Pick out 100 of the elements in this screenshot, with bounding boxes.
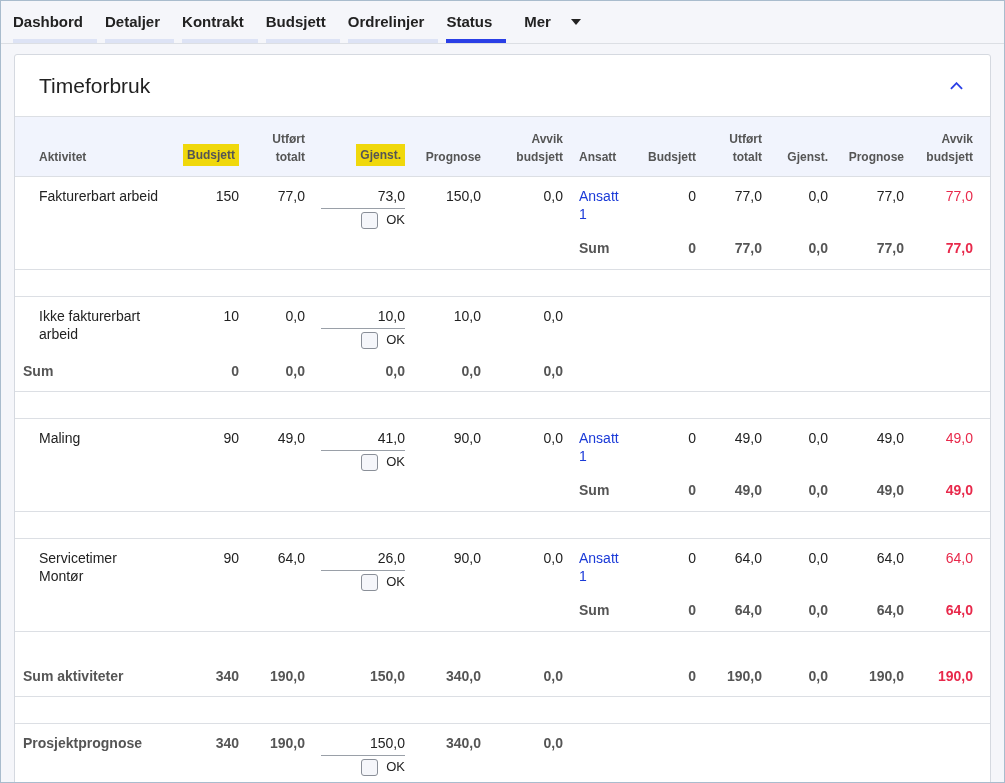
sum-label: Sum (23, 363, 54, 379)
budget-value: 10 (223, 308, 239, 324)
forecast-value: 150,0 (445, 188, 481, 204)
forecast-value: 90,0 (453, 430, 481, 446)
totals-value: 340,0 (445, 668, 481, 684)
remaining-field[interactable]: 73,0 (321, 187, 405, 209)
activity-name: Servicetimer Montør (39, 549, 118, 585)
tab[interactable]: Status (446, 10, 507, 43)
ok-checkbox[interactable] (361, 453, 379, 471)
tab[interactable]: Budsjett (265, 10, 340, 43)
employee-value: 49,0 (734, 430, 762, 446)
employee-value: 0,0 (808, 240, 828, 256)
forecast-value: 90,0 (453, 550, 481, 566)
deviation-value: 0,0 (543, 308, 563, 324)
sum-label: Sum (579, 602, 610, 618)
column-header: Utført totalt (271, 131, 305, 166)
employee-value: 0 (688, 482, 696, 498)
sum-label: Sum (579, 482, 610, 498)
tab[interactable]: Dashbord (13, 10, 97, 43)
column-header: Avvik budsjett (515, 131, 563, 166)
column-header: Prognose (425, 149, 481, 166)
employee-value: 77,0 (734, 188, 762, 204)
tab[interactable]: Detaljer (105, 10, 175, 43)
forecast-value: 340,0 (445, 735, 481, 751)
employee-value: 0 (688, 602, 696, 618)
ok-checkbox[interactable] (361, 758, 379, 776)
deviation-value: 0,0 (543, 735, 563, 751)
done-value: 64,0 (277, 550, 305, 566)
employee-value: 49,0 (876, 430, 904, 446)
panel-title: Timeforbruk (39, 72, 151, 99)
ok-checkbox[interactable] (361, 331, 379, 349)
totals-value: 150,0 (369, 668, 405, 684)
employee-value: 49,0 (876, 482, 904, 498)
employee-value: 190,0 (868, 668, 904, 684)
employee-value: 49,0 (734, 482, 762, 498)
done-value: 49,0 (277, 430, 305, 446)
deviation-value: 0,0 (543, 430, 563, 446)
ok-label: OK (386, 453, 405, 471)
budget-value: 340 (215, 735, 239, 751)
column-header: Ansatt (579, 149, 618, 166)
sum-value: 0 (231, 363, 239, 379)
totals-value: 340 (215, 668, 239, 684)
forecast-label: Prosjektprognose (23, 735, 143, 751)
employee-value: 190,0 (937, 668, 973, 684)
employee-value: 64,0 (734, 550, 762, 566)
employee-value: 0,0 (808, 602, 828, 618)
deviation-value: 0,0 (543, 550, 563, 566)
tab[interactable]: Kontrakt (182, 10, 258, 43)
remaining-field[interactable]: 26,0 (321, 549, 405, 571)
sum-value: 0,0 (543, 363, 563, 379)
employee-value: 0 (688, 240, 696, 256)
sum-value: 0,0 (385, 363, 405, 379)
employee-value: 64,0 (876, 602, 904, 618)
ok-label: OK (386, 573, 405, 591)
budget-value: 90 (223, 550, 239, 566)
employee-value: 49,0 (945, 430, 973, 446)
employee-value: 0,0 (808, 550, 828, 566)
employee-link[interactable]: Ansatt 1 (579, 187, 627, 223)
column-header: Avvik budsjett (925, 131, 973, 166)
employee-value: 64,0 (945, 550, 973, 566)
employee-link[interactable]: Ansatt 1 (579, 429, 627, 465)
remaining-field[interactable]: 150,0 (321, 734, 405, 756)
done-value: 190,0 (269, 735, 305, 751)
column-header: Gjenst. (787, 149, 828, 166)
employee-value: 0,0 (808, 668, 828, 684)
totals-label: Sum aktiviteter (23, 668, 124, 684)
employee-value: 0 (688, 188, 696, 204)
employee-value: 0 (688, 430, 696, 446)
employee-value: 0 (688, 550, 696, 566)
remaining-field[interactable]: 41,0 (321, 429, 405, 451)
ok-checkbox[interactable] (361, 573, 379, 591)
employee-value: 77,0 (734, 240, 762, 256)
column-header: Prognose (848, 149, 904, 166)
employee-value: 49,0 (945, 482, 973, 498)
done-value: 0,0 (285, 308, 305, 324)
employee-value: 77,0 (945, 240, 973, 256)
ok-label: OK (386, 211, 405, 229)
budget-value: 90 (223, 430, 239, 446)
tab[interactable]: Ordrelinjer (347, 10, 439, 43)
employee-value: 77,0 (876, 240, 904, 256)
employee-value: 0 (688, 668, 696, 684)
done-value: 77,0 (277, 188, 305, 204)
remaining-field[interactable]: 10,0 (321, 307, 405, 329)
more-menu[interactable]: Mer (524, 10, 581, 43)
column-header: Gjenst. (356, 144, 405, 166)
employee-value: 0,0 (808, 430, 828, 446)
forecast-value: 10,0 (453, 308, 481, 324)
employee-value: 77,0 (876, 188, 904, 204)
employee-value: 64,0 (876, 550, 904, 566)
employee-value: 64,0 (734, 602, 762, 618)
caret-icon (570, 18, 581, 25)
activity-name: Maling (39, 429, 82, 447)
ok-checkbox[interactable] (361, 211, 379, 229)
budget-value: 150 (215, 188, 239, 204)
deviation-value: 0,0 (543, 188, 563, 204)
employee-link[interactable]: Ansatt 1 (579, 549, 627, 585)
ok-label: OK (386, 758, 405, 776)
totals-value: 190,0 (269, 668, 305, 684)
employee-value: 0,0 (808, 188, 828, 204)
employee-value: 0,0 (808, 482, 828, 498)
